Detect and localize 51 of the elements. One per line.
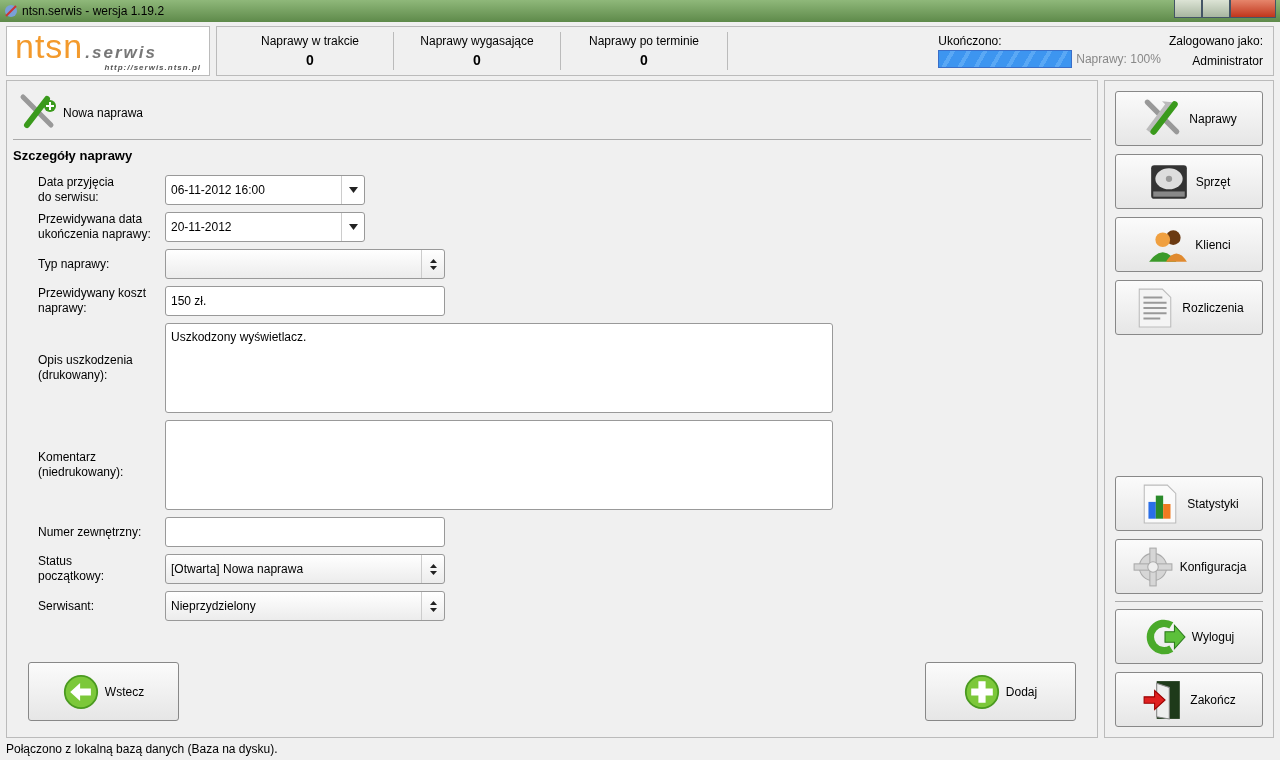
field-label: Przewidywana data ukończenia naprawy:	[38, 212, 152, 242]
field-label: Przewidywany koszt naprawy:	[38, 286, 148, 316]
input-field[interactable]: 150 zł.	[165, 286, 445, 316]
counter-label: Naprawy wygasające	[420, 34, 534, 48]
nav-button[interactable]: Wyloguj	[1115, 609, 1263, 664]
dropdown[interactable]: [Otwarta] Nowa naprawa	[165, 554, 445, 584]
nav-button[interactable]: Statystyki	[1115, 476, 1263, 531]
date-dropdown[interactable]: 20-11-2012	[165, 212, 365, 242]
status-text: Połączono z lokalną bazą danych (Baza na dysku).	[6, 742, 278, 756]
gear-icon	[1131, 545, 1174, 588]
nav-button[interactable]: Klienci	[1115, 217, 1263, 272]
text-area[interactable]	[165, 420, 833, 510]
minimize-button[interactable]	[1174, 0, 1202, 18]
nav-button[interactable]: Sprzęt	[1115, 154, 1263, 209]
user-label: Zalogowano jako:	[1168, 34, 1263, 48]
input-field[interactable]	[165, 517, 445, 547]
field-label: Typ naprawy:	[38, 256, 111, 272]
field-label: Opis uszkodzenia (drukowany):	[38, 353, 134, 383]
nav-button[interactable]: Rozliczenia	[1115, 280, 1263, 335]
user-name: Administrator	[1192, 54, 1263, 68]
field-label: Data przyjęcia do serwisu:	[38, 175, 116, 205]
close-button[interactable]	[1230, 0, 1276, 18]
dropdown[interactable]	[165, 249, 445, 279]
nav-button[interactable]: Naprawy	[1115, 91, 1263, 146]
add-button[interactable]: Dodaj	[925, 662, 1076, 721]
progress-reading: Naprawy: 100%	[1076, 52, 1161, 66]
window-title: ntsn.serwis - wersja 1.19.2	[22, 4, 166, 18]
dropdown[interactable]: Nieprzydzielony	[165, 591, 445, 621]
back-button[interactable]: Wstecz	[28, 662, 179, 721]
logo-text: .serwis	[85, 42, 157, 63]
page-title: Nowa naprawa	[63, 106, 144, 120]
counter-value: 0	[473, 52, 481, 68]
progress-label: Ukończono:	[938, 34, 1003, 48]
counter-value: 0	[306, 52, 314, 68]
app-icon	[4, 4, 18, 18]
field-label: Status początkowy:	[38, 554, 106, 584]
nav-button[interactable]: Zakończ	[1115, 672, 1263, 727]
section-title: Szczegóły naprawy	[13, 148, 134, 163]
counter-label: Naprawy w trakcie	[261, 34, 359, 48]
logo-text: ntsn	[15, 30, 84, 61]
logo-url: http://serwis.ntsn.pl	[104, 62, 201, 72]
field-label: Komentarz (niedrukowany):	[38, 450, 125, 480]
text-area[interactable]: Uszkodzony wyświetlacz.	[165, 323, 833, 413]
plus-icon	[963, 673, 1000, 710]
field-label: Serwisant:	[38, 598, 96, 614]
counter-label: Naprawy po terminie	[588, 34, 699, 48]
nav-button[interactable]: Konfiguracja	[1115, 539, 1263, 594]
date-dropdown[interactable]: 06-11-2012 16:00	[165, 175, 365, 205]
counter-value: 0	[640, 52, 648, 68]
maximize-button[interactable]	[1202, 0, 1230, 18]
field-label: Numer zewnętrzny:	[38, 524, 143, 540]
